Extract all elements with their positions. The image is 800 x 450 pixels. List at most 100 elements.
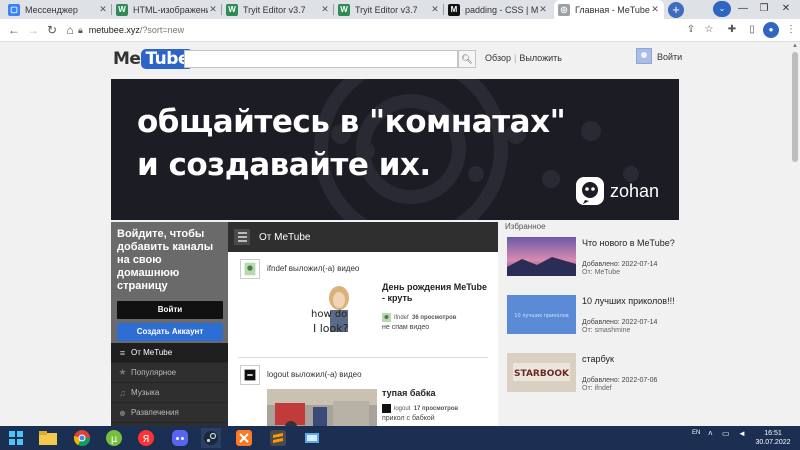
volume-icon[interactable]: ◄ [738, 429, 746, 438]
scrollbar-thumb[interactable] [792, 52, 798, 162]
upload-link[interactable]: Выложить [519, 53, 562, 63]
profile-icon[interactable]: ● [763, 22, 779, 38]
video-views: 36 просмотров [412, 314, 457, 321]
close-icon[interactable]: ✕ [320, 4, 330, 15]
favorite-thumbnail[interactable]: 10 лучших приколов [507, 295, 576, 334]
browser-tab-active[interactable]: ◎ Главная - MeTube ✕ [554, 0, 664, 19]
top-links: Обзор | Выложить [485, 53, 562, 63]
sidebar-item-label: От MeTube [131, 348, 173, 357]
favorite-author[interactable]: MeTube [595, 269, 620, 276]
channel-avatar[interactable] [240, 365, 260, 385]
sidebar-item-label: Развлечения [131, 408, 179, 417]
metube-logo[interactable]: Me Tube [113, 47, 193, 71]
restore-icon[interactable]: ❐ [755, 1, 773, 17]
favorite-thumbnail[interactable] [507, 237, 576, 276]
scroll-up-icon[interactable]: ▲ [792, 43, 798, 49]
video-author[interactable]: ifndef [394, 315, 409, 321]
discord-icon[interactable] [170, 428, 190, 448]
favorite-author[interactable]: ifndef [595, 385, 612, 392]
close-icon[interactable]: ✕ [208, 4, 218, 15]
favorite-title[interactable]: старбук [582, 354, 614, 364]
favorite-added: Добавлено: 2022-07-06 [582, 377, 658, 384]
minimize-icon[interactable]: — [734, 1, 752, 17]
close-icon[interactable]: ✕ [430, 4, 440, 15]
signin-link[interactable]: Войти [657, 52, 682, 62]
profile-chevron-icon[interactable]: ⌄ [713, 1, 731, 17]
favorite-author[interactable]: smashmine [595, 327, 631, 334]
steam-icon[interactable] [201, 428, 221, 448]
video-title[interactable]: тупая бабка [382, 388, 492, 399]
sidebar-item-entertainment[interactable]: ☻ Развлечения [111, 403, 228, 423]
utorrent-icon[interactable]: µ [104, 428, 124, 448]
browser-tab[interactable]: ▢ Мессенджер ✕ [4, 0, 112, 19]
video-author[interactable]: logout [394, 406, 410, 412]
activity-text: logout выложил(-а) видео [267, 370, 362, 379]
sidebar-item-popular[interactable]: ★ Популярное [111, 363, 228, 383]
share-icon[interactable]: ⇪ [683, 22, 699, 38]
windows-taskbar: µ Я EN ˄ ▭ ◄ 16:51 30.07.2022 [0, 426, 800, 450]
bookmark-star-icon[interactable]: ☆ [701, 22, 717, 38]
favorite-item: STARBOOK старбук Добавлено: 2022-07-06 О… [505, 353, 685, 411]
sidebar-item-from-metube[interactable]: ≡ От MeTube [111, 343, 228, 363]
favorite-title[interactable]: Что нового в MeTube? [582, 238, 675, 248]
language-indicator[interactable]: EN [692, 430, 700, 436]
brand-name: zohan [610, 180, 660, 201]
reload-icon[interactable]: ↻ [44, 22, 60, 38]
browse-link[interactable]: Обзор [485, 53, 511, 63]
hamburger-icon[interactable] [234, 229, 250, 245]
windows-start-icon[interactable] [6, 428, 26, 448]
video-thumbnail[interactable] [267, 389, 377, 426]
menu-kebab-icon[interactable]: ⋮ [783, 22, 799, 38]
browser-tab[interactable]: W HTML-изображения ✕ [112, 0, 222, 19]
taskbar-clock[interactable]: 16:51 30.07.2022 [753, 429, 793, 447]
extensions-icon[interactable]: ✚ [724, 22, 740, 38]
create-account-button[interactable]: Создать Аккаунт [117, 323, 223, 341]
browser-tab[interactable]: W Tryit Editor v3.7 ✕ [222, 0, 334, 19]
close-icon[interactable]: ✕ [650, 4, 660, 15]
new-tab-button[interactable]: + [668, 2, 684, 18]
browser-tab[interactable]: W Tryit Editor v3.7 ✕ [334, 0, 444, 19]
svg-text:how do: how do [311, 309, 347, 320]
file-explorer-icon[interactable] [38, 428, 58, 448]
tab-title: Мессенджер [25, 4, 78, 15]
feed-title: От MeTube [259, 231, 311, 243]
video-description: прикол с бабкой [382, 415, 435, 422]
url-path: /?sort=new [139, 25, 185, 35]
divider: | [514, 53, 517, 63]
svg-text:µ: µ [111, 434, 118, 445]
page-scrollbar[interactable]: ▲ [790, 42, 800, 426]
login-button[interactable]: Войти [117, 301, 223, 319]
network-icon[interactable]: ▭ [722, 429, 730, 438]
sidebar-item-music[interactable]: ♫ Музыка [111, 383, 228, 403]
home-icon[interactable]: ⌂ [62, 22, 78, 38]
close-icon[interactable]: ✕ [98, 4, 108, 15]
url-field[interactable]: 🔒︎ metubee.xyz/?sort=new [78, 23, 668, 38]
xampp-icon[interactable] [234, 428, 254, 448]
favorite-thumbnail[interactable]: STARBOOK [507, 353, 576, 392]
user-avatar-icon[interactable] [636, 48, 652, 64]
smile-icon: ☻ [117, 407, 128, 418]
window-close-icon[interactable]: ✕ [777, 1, 795, 17]
channel-avatar[interactable] [240, 259, 260, 279]
yandex-browser-icon[interactable]: Я [136, 428, 156, 448]
activity-item: ifndef выложил(-а) видео how do I look? … [238, 252, 488, 358]
chrome-icon[interactable] [72, 428, 92, 448]
video-thumbnail[interactable]: how do I look? [267, 283, 377, 337]
promo-banner[interactable]: общайтесь в "комнатах" и создавайте их. … [111, 79, 679, 220]
tray-chevron-icon[interactable]: ˄ [708, 429, 713, 438]
author-label: От: [582, 269, 593, 276]
page-content: Me Tube 🔍︎ Обзор | Выложить Войти общайтесь… [0, 42, 790, 426]
forward-icon[interactable]: → [25, 22, 41, 38]
back-icon[interactable]: ← [6, 22, 22, 38]
close-icon[interactable]: ✕ [538, 4, 548, 15]
sidebar-icon[interactable]: ▯ [744, 22, 760, 38]
video-title[interactable]: День рождения MeTube - круть [382, 282, 492, 304]
favorite-added: Добавлено: 2022-07-14 [582, 261, 658, 268]
browser-tab[interactable]: M padding - CSS | MDN ✕ [444, 0, 552, 19]
favorite-title[interactable]: 10 лучших приколов!!! [582, 296, 675, 306]
thumbnail-caption: STARBOOK [514, 369, 570, 379]
sublime-text-icon[interactable] [268, 428, 288, 448]
search-input[interactable] [184, 50, 458, 68]
control-panel-icon[interactable] [302, 428, 322, 448]
search-button[interactable]: 🔍︎ [458, 50, 476, 68]
